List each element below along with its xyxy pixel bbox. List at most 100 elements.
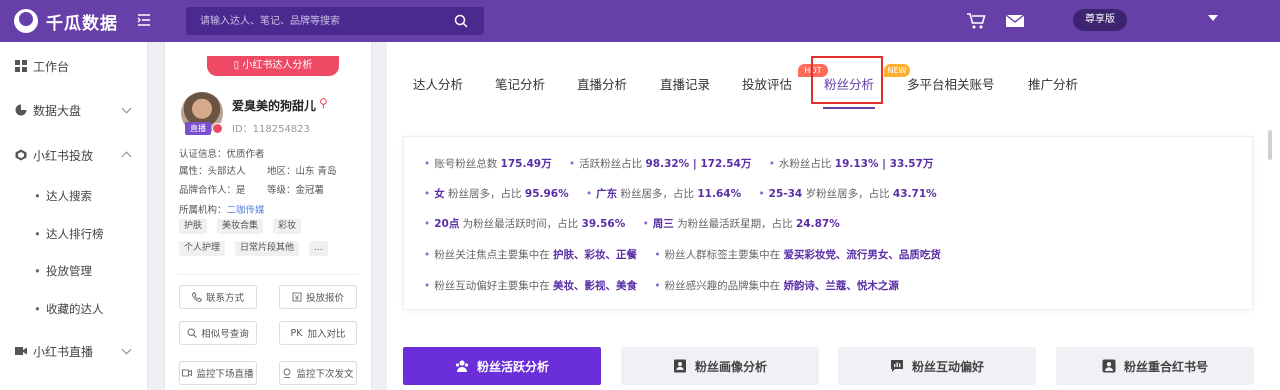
tab-notes-analysis[interactable]: 笔记分析	[495, 74, 545, 94]
sidebar: 工作台 数据大盘 小红书投放 达人搜索 达人排行榜 投放管理 收藏的达人 小红书…	[0, 42, 148, 390]
sidebar-subitem-ads-management[interactable]: 投放管理	[0, 254, 148, 288]
fans-overlap-button[interactable]: 粉丝重合红书号	[1056, 347, 1254, 385]
scrollbar[interactable]	[1268, 130, 1272, 160]
tag: 美妆合集	[217, 219, 264, 234]
user-card-icon	[1102, 359, 1116, 373]
divider	[177, 274, 359, 275]
new-badge: NEW	[884, 64, 910, 77]
sidebar-item-xhs-ads[interactable]: 小红书投放	[0, 137, 148, 173]
sidebar-item-dashboard[interactable]: 数据大盘	[0, 92, 148, 128]
sidebar-subitem-label: 投放管理	[46, 264, 92, 278]
chevron-down-icon[interactable]	[1208, 15, 1218, 21]
profile-panel: ▯ 小红书达人分析 直播 爱臭美的狗甜儿 ⚲ ID：118254823 认证信息…	[164, 42, 372, 390]
sidebar-subitem-favorites[interactable]: 收藏的达人	[0, 292, 148, 326]
mail-icon[interactable]	[1005, 12, 1025, 30]
attr-info: 属性：头部达人	[179, 166, 246, 177]
active-tab-indicator	[823, 107, 875, 109]
profile-id: ID：118254823	[232, 124, 310, 135]
pin-icon[interactable]: ⚲	[319, 96, 328, 110]
fans-profile-button-label: 粉丝画像分析	[694, 359, 767, 374]
tab-multiplatform-accounts[interactable]: 多平台相关账号	[907, 74, 995, 94]
summary-row: • 粉丝互动偏好主要集中在 美妆、影视、美食 • 粉丝感兴趣的品牌集中在 娇韵诗、兰…	[424, 280, 899, 292]
tag: 日常片段其他	[235, 241, 300, 256]
org-label: 所属机构：	[179, 205, 227, 216]
search-button[interactable]	[438, 7, 484, 35]
phone-icon	[192, 292, 202, 302]
tag: 彩妆	[273, 219, 302, 234]
quote-button[interactable]: ¥ 投放报价	[279, 285, 357, 309]
cart-icon[interactable]	[966, 12, 986, 30]
svg-text:¥: ¥	[295, 294, 300, 302]
video-icon	[182, 369, 193, 377]
similar-accounts-button[interactable]: 相似号查询	[179, 321, 257, 345]
sidebar-subitem-label: 达人排行榜	[46, 227, 104, 241]
menu-toggle-icon[interactable]	[136, 12, 152, 28]
sidebar-item-workbench[interactable]: 工作台	[0, 48, 148, 84]
sidebar-subitem-kol-ranking[interactable]: 达人排行榜	[0, 217, 148, 251]
add-compare-button-label: 加入对比	[307, 329, 346, 340]
summary-row: • 20点 为粉丝最活跃时间，占比 39.56% • 周三 为粉丝最活跃星期，占比 …	[424, 218, 840, 230]
sidebar-subitem-label: 达人搜索	[46, 189, 92, 203]
contact-button[interactable]: 联系方式	[179, 285, 257, 309]
sidebar-item-label: 数据大盘	[33, 103, 82, 118]
cube-icon	[15, 149, 27, 161]
sidebar-item-label: 小红书直播	[33, 344, 94, 359]
monitor-live-button[interactable]: 监控下场直播	[179, 361, 257, 385]
tag-more[interactable]: ...	[309, 241, 328, 256]
fans-profile-button[interactable]: 粉丝画像分析	[621, 347, 819, 385]
tab-live-records[interactable]: 直播记录	[660, 74, 710, 94]
highlight-box	[811, 56, 883, 104]
search-input[interactable]	[186, 7, 438, 35]
profile-banner-text: 小红书达人分析	[242, 60, 313, 71]
org-info: 所属机构：二咖传媒	[179, 202, 265, 216]
monitor-post-button-label: 监控下次发文	[296, 369, 354, 380]
search-box	[186, 7, 484, 35]
summary-row: • 账号粉丝总数 175.49万 • 活跃粉丝占比 98.32% | 172.54万…	[424, 158, 934, 170]
tag: 护肤	[179, 219, 208, 234]
region-info: 地区：山东 青岛	[267, 166, 337, 177]
summary-row: • 女 粉丝居多，占比 95.96% • 广东 粉丝居多，占比 11.64% • 25…	[424, 188, 937, 200]
live-badge: 直播	[185, 122, 211, 135]
tab-live-analysis[interactable]: 直播分析	[577, 74, 627, 94]
fans-overlap-button-label: 粉丝重合红书号	[1123, 359, 1208, 374]
video-icon	[15, 347, 27, 355]
brand-partner-info: 品牌合作人：是	[179, 185, 246, 196]
tab-ads-evaluation[interactable]: 投放评估	[742, 74, 792, 94]
fans-interaction-button[interactable]: 粉丝互动偏好	[838, 347, 1036, 385]
chevron-up-icon	[121, 151, 132, 162]
pk-icon: PK	[290, 327, 303, 339]
similar-accounts-button-label: 相似号查询	[201, 329, 249, 340]
tab-kol-analysis[interactable]: 达人分析	[413, 74, 463, 94]
sidebar-subitem-label: 收藏的达人	[46, 302, 104, 316]
profile-banner: ▯ 小红书达人分析	[207, 56, 339, 76]
grid-icon	[15, 60, 27, 72]
search-icon	[454, 14, 468, 28]
logo[interactable]: 千瓜数据	[14, 8, 118, 34]
id-card-icon	[673, 359, 686, 373]
users-icon	[455, 360, 469, 372]
chevron-down-icon	[121, 103, 132, 114]
monitor-live-button-label: 监控下场直播	[196, 369, 254, 380]
summary-row: • 粉丝关注焦点主要集中在 护肤、彩妆、正餐 • 粉丝人群标签主要集中在 爱买彩妆党…	[424, 249, 941, 261]
quote-button-label: 投放报价	[305, 293, 344, 304]
sidebar-subitem-kol-search[interactable]: 达人搜索	[0, 179, 148, 213]
fans-summary-card: • 账号粉丝总数 175.49万 • 活跃粉丝占比 98.32% | 172.54万…	[403, 136, 1253, 310]
verified-icon	[212, 123, 223, 134]
add-compare-button[interactable]: PK 加入对比	[279, 321, 357, 345]
logo-text: 千瓜数据	[46, 13, 118, 34]
verify-info: 认证信息：优质作者	[179, 149, 265, 160]
fans-activity-button[interactable]: 粉丝活跃分析	[403, 347, 601, 385]
location-icon	[284, 368, 291, 378]
vip-badge[interactable]: 尊享版	[1073, 9, 1127, 31]
fans-interaction-button-label: 粉丝互动偏好	[911, 359, 984, 374]
sidebar-item-label: 工作台	[33, 59, 70, 74]
sidebar-item-xhs-live[interactable]: 小红书直播	[0, 333, 148, 369]
logo-icon	[14, 9, 38, 33]
monitor-post-button[interactable]: 监控下次发文	[279, 361, 357, 385]
tab-promotion-analysis[interactable]: 推广分析	[1028, 74, 1078, 94]
chevron-down-icon	[121, 344, 132, 355]
top-bar: 千瓜数据 尊享版	[0, 0, 1280, 42]
pie-chart-icon	[15, 104, 27, 116]
level-info: 等级：金冠薯	[267, 185, 325, 196]
org-link[interactable]: 二咖传媒	[227, 205, 265, 216]
